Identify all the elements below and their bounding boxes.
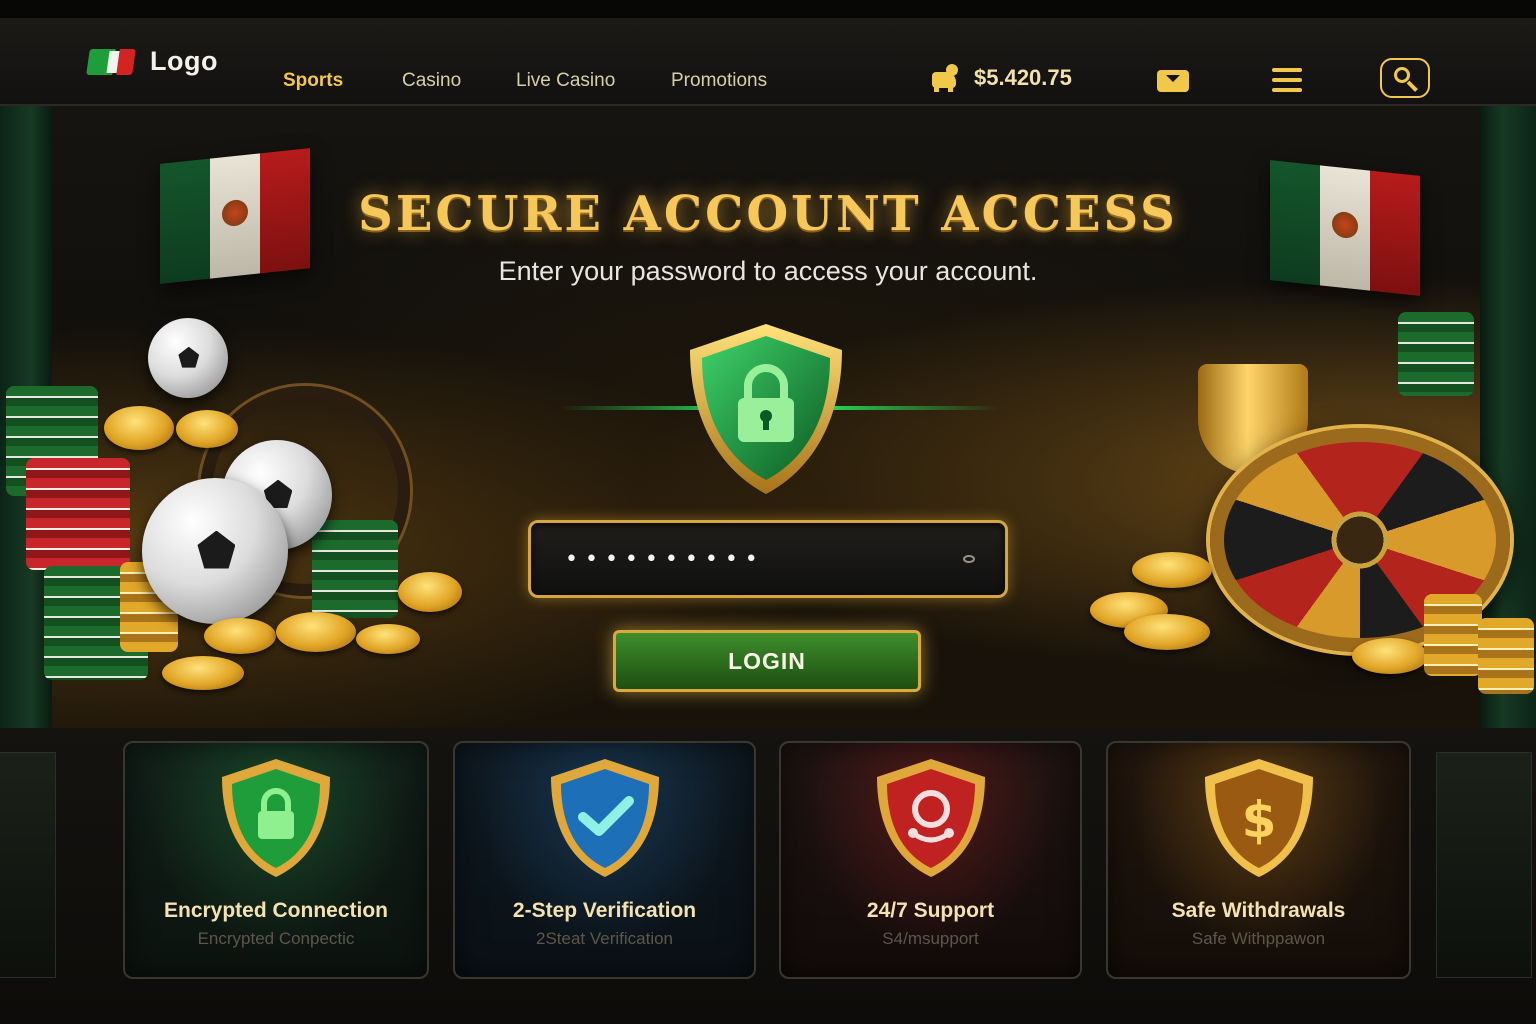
- top-strip: [0, 0, 1536, 18]
- gold-coin: [204, 618, 276, 654]
- feature-title: Safe Withdrawals: [1171, 899, 1346, 922]
- feature-card-support: 24/7 Support S4/msupport: [779, 741, 1082, 979]
- check-shield-icon: [550, 759, 659, 877]
- gold-coin: [1352, 638, 1428, 674]
- support-shield-icon: [876, 759, 985, 877]
- side-panel-left: [0, 752, 56, 978]
- chip-stack: [312, 520, 398, 618]
- feature-subtitle: Encrypted Conpectic: [197, 929, 355, 948]
- chip-stack: [26, 458, 130, 570]
- feature-title: 2-Step Verification: [512, 899, 697, 922]
- soccer-ball: [142, 478, 288, 624]
- gold-coin: [176, 410, 238, 448]
- logo-flag-icon: [86, 47, 136, 77]
- feature-title: 24/7 Support: [866, 899, 995, 922]
- feature-subtitle: S4/msupport: [882, 929, 979, 948]
- search-button[interactable]: [1380, 58, 1430, 98]
- lock-shield-icon: [222, 759, 330, 877]
- balance-value: $5.420.75: [974, 65, 1072, 90]
- feature-card-encrypted: Encrypted Connection Encrypted Conpectic: [123, 741, 429, 979]
- logo[interactable]: Logo: [86, 46, 218, 77]
- gold-coin: [356, 624, 420, 654]
- nav-link-sports[interactable]: Sports: [283, 70, 343, 92]
- page-subtitle: Enter your password to access your accou…: [498, 256, 1038, 286]
- chip-stack: [1398, 312, 1474, 396]
- password-input[interactable]: ••••••••••: [528, 520, 1008, 598]
- feature-card-2step: 2-Step Verification 2Steat Verification: [453, 741, 756, 979]
- gold-coin: [276, 612, 356, 652]
- glow-line: [830, 406, 1000, 410]
- wallet-balance[interactable]: $5.420.75: [930, 64, 1072, 92]
- feature-subtitle: 2Steat Verification: [535, 929, 674, 948]
- show-password-icon[interactable]: [963, 555, 975, 563]
- piggy-bank-icon: [930, 64, 960, 92]
- nav-link-casino[interactable]: Casino: [402, 70, 461, 92]
- gold-coin: [104, 406, 174, 450]
- feature-card-withdrawals: $ Safe Withdrawals Safe Withppawon: [1106, 741, 1411, 979]
- hero-section: SECURE ACCOUNT ACCESS Enter your passwor…: [0, 106, 1536, 728]
- svg-text:$: $: [1241, 791, 1276, 849]
- page-title: SECURE ACCOUNT ACCESS: [358, 186, 1178, 242]
- gold-coin: [1132, 552, 1212, 588]
- feature-subtitle: Safe Withppawon: [1191, 929, 1326, 948]
- lock-shield-icon: [690, 324, 842, 494]
- top-navigation-bar: Logo Sports Casino Live Casino Promotion…: [0, 18, 1536, 106]
- chip-stack: [1424, 594, 1482, 676]
- soccer-ball: [148, 318, 228, 398]
- password-value: ••••••••••: [565, 547, 765, 572]
- dollar-shield-icon: $: [1204, 759, 1313, 877]
- menu-icon[interactable]: [1272, 68, 1302, 92]
- chip-stack: [1478, 618, 1534, 694]
- feature-title: Encrypted Connection: [163, 899, 389, 922]
- gold-coin: [1124, 614, 1210, 650]
- gold-coin: [162, 656, 244, 690]
- nav-link-live-casino[interactable]: Live Casino: [516, 70, 615, 92]
- login-button[interactable]: LOGIN: [613, 630, 921, 692]
- nav-link-promotions[interactable]: Promotions: [671, 70, 767, 92]
- logo-text: Logo: [150, 46, 218, 76]
- messages-icon[interactable]: [1157, 70, 1189, 92]
- side-panel-right: [1436, 752, 1532, 978]
- gold-coin: [398, 572, 462, 612]
